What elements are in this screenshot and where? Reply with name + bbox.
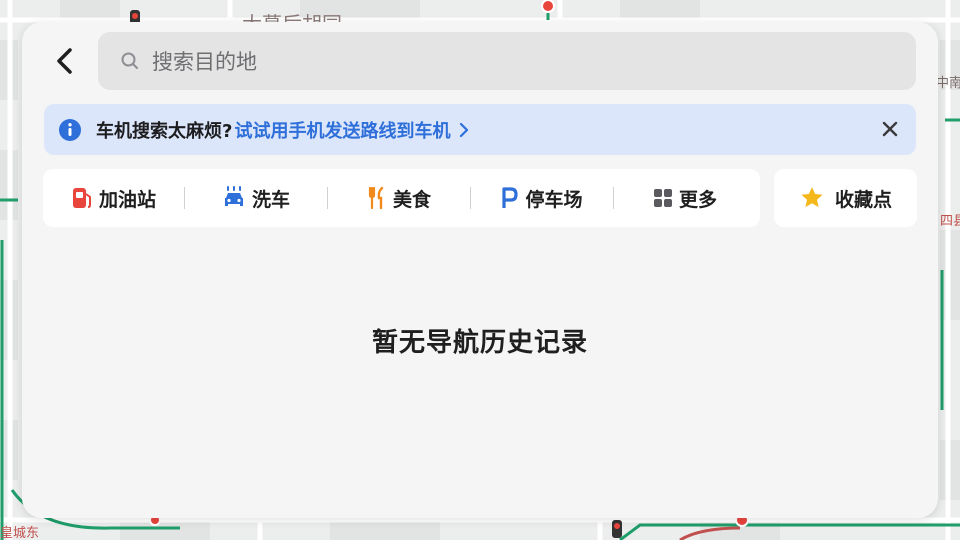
map-label: 四县 (940, 214, 960, 229)
quick-actions-bar: 加油站 洗车 美食 停车场 更多 (43, 169, 760, 227)
quick-action-label: 停车场 (525, 188, 583, 211)
search-placeholder: 搜索目的地 (152, 50, 257, 74)
send-route-link-label: 试试用手机发送路线到车机 (234, 120, 451, 142)
close-icon (882, 121, 898, 137)
send-route-link[interactable]: 试试用手机发送路线到车机 (234, 117, 472, 143)
banner-text: 车机搜索太麻烦? (96, 120, 233, 142)
grid-icon (653, 189, 672, 207)
fuel-pump-icon (72, 188, 91, 208)
info-icon (59, 118, 81, 141)
favorites-label: 收藏点 (834, 188, 892, 211)
tip-banner: 车机搜索太麻烦? 试试用手机发送路线到车机 (44, 104, 916, 155)
map-label: 中南 (936, 76, 960, 91)
star-icon (801, 187, 823, 208)
quick-action-food[interactable]: 美食 (328, 169, 470, 227)
quick-action-label: 更多 (678, 188, 717, 211)
quick-action-label: 加油站 (98, 188, 156, 211)
search-icon (120, 51, 140, 71)
favorites-button[interactable]: 收藏点 (774, 169, 917, 227)
chevron-right-icon (460, 122, 469, 137)
quick-action-more[interactable]: 更多 (614, 169, 756, 227)
empty-history-message: 暂无导航历史记录 (371, 328, 588, 358)
quick-action-car-wash[interactable]: 洗车 (185, 169, 327, 227)
chevron-left-icon (57, 48, 72, 74)
fork-knife-icon (368, 186, 384, 210)
quick-action-label: 洗车 (251, 188, 290, 211)
search-panel: 搜索目的地 车机搜索太麻烦? 试试用手机发送路线到车机 加油站 洗车 美食 停车… (22, 22, 938, 518)
car-wash-icon (224, 186, 243, 206)
quick-action-parking[interactable]: 停车场 (471, 169, 613, 227)
map-label: 皇城东 (0, 526, 40, 540)
quick-action-label: 美食 (392, 188, 431, 211)
back-button[interactable] (48, 44, 82, 78)
parking-icon (502, 187, 519, 208)
quick-action-gas-station[interactable]: 加油站 (43, 169, 184, 227)
search-input[interactable]: 搜索目的地 (98, 32, 916, 90)
banner-close-button[interactable] (878, 117, 902, 141)
